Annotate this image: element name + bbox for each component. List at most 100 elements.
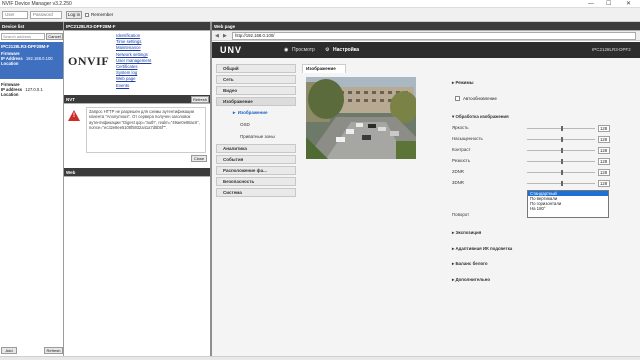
nav-events[interactable]: События	[216, 155, 296, 164]
password-input[interactable]: Password	[30, 11, 62, 19]
tab-image[interactable]: Изображение	[302, 64, 346, 73]
slider-value[interactable]: 128	[598, 125, 610, 132]
nav-system[interactable]: Система	[216, 188, 296, 197]
device-links: Identification Time settings Maintenance…	[116, 33, 176, 89]
device-list-panel: Device list Search address Cancel IPC212…	[0, 22, 64, 358]
url-input[interactable]: http://192.168.0.100/	[232, 32, 636, 40]
subnav-image-label: Изображение	[237, 110, 268, 115]
section-wb[interactable]: ▸ Баланс белого	[452, 261, 488, 267]
nvt-refresh-button[interactable]: Refresh	[191, 96, 209, 103]
row-key: Location	[1, 61, 19, 66]
nvt-header: NVT	[64, 95, 210, 104]
section-wb-label: Баланс белого	[455, 261, 488, 266]
device-list-header: Device list	[0, 22, 63, 31]
minimize-icon[interactable]: —	[588, 0, 594, 8]
section-modes-label: Режимы	[455, 80, 474, 85]
section-ir-label: Адаптивная ИК подсветка	[455, 246, 513, 251]
row-key: Location	[1, 92, 19, 97]
camera-preview	[306, 77, 416, 159]
warning-mark: !	[73, 113, 75, 119]
status-bar	[0, 356, 640, 360]
section-processing-label: Обработка изображения	[455, 114, 509, 119]
slider-value[interactable]: 128	[598, 136, 610, 143]
autorefresh-checkbox[interactable]	[455, 96, 460, 101]
section-extra[interactable]: ▸ Дополнительно	[452, 277, 490, 283]
slider-label: Насыщенность	[452, 136, 483, 141]
slider-label: Контраст	[452, 147, 471, 152]
row-value: 127.0.0.1	[25, 87, 43, 92]
nav-video[interactable]: Видео	[216, 86, 296, 95]
device-info-panel: IPC2128LR3-DPF28M-F ONVIF Identification…	[64, 22, 212, 358]
brand-logo: UNV	[220, 45, 243, 55]
search-input[interactable]: Search address	[1, 33, 45, 40]
nav-security[interactable]: Безопасность	[216, 177, 296, 186]
nav-image[interactable]: Изображение	[216, 97, 296, 106]
section-exposure[interactable]: ▸ Экспозиция	[452, 230, 481, 236]
slider-thumb[interactable]	[561, 137, 563, 142]
section-modes[interactable]: ▸ Режимы	[452, 80, 473, 86]
nav-general[interactable]: Общий	[216, 64, 296, 73]
nav-network[interactable]: Сеть	[216, 75, 296, 84]
nav-file-location[interactable]: Расположение фа...	[216, 166, 296, 175]
device-model: IPC2128LR3-DPF2	[592, 47, 631, 52]
section-extra-label: Дополнительно	[455, 277, 491, 282]
option-180[interactable]: На 180°	[528, 206, 608, 211]
login-bar: User Password Log in Remember	[0, 8, 640, 22]
subnav-image[interactable]: ► Изображение	[232, 110, 267, 115]
slider-thumb[interactable]	[561, 170, 563, 175]
device-header: IPC2128LR3-DPF28M-F	[64, 22, 210, 31]
user-input[interactable]: User	[2, 11, 28, 19]
back-icon[interactable]: ◀	[215, 33, 219, 39]
onvif-logo: ONVIF	[68, 54, 110, 68]
nvt-title: NVT	[66, 97, 75, 102]
autorefresh-label: Автообновление	[463, 96, 497, 101]
row-value: 192.168.0.100	[25, 56, 53, 61]
unv-topbar: UNV ◉ Просмотр ⚙ Настройка IPC2128LR3-DP…	[212, 42, 640, 58]
link-events[interactable]: Events	[116, 83, 176, 89]
gear-icon: ⚙	[325, 47, 330, 53]
web-page-panel: Web page ◀ ▶ http://192.168.0.100/ UNV ◉…	[212, 22, 640, 358]
web-section-header: Web	[64, 168, 210, 177]
section-ir[interactable]: ▸ Адаптивная ИК подсветка	[452, 246, 512, 252]
eye-icon: ◉	[284, 47, 289, 53]
subnav-privacy[interactable]: Приватные зоны	[240, 134, 275, 139]
rotation-label: Поворот	[452, 212, 470, 217]
slider-thumb[interactable]	[561, 148, 563, 153]
window-title: NVIF Device Manager v3.2.250	[2, 1, 72, 7]
slider-value[interactable]: 128	[598, 180, 610, 187]
web-page-header: Web page	[212, 22, 640, 31]
local-device[interactable]: Firmware IP address 127.0.0.1 Location	[1, 82, 63, 102]
subnav-osd[interactable]: OSD	[240, 122, 250, 127]
slider-label: Яркость	[452, 125, 469, 130]
slider-value[interactable]: 128	[598, 147, 610, 154]
slider-label: 3DNR	[452, 180, 464, 185]
section-processing[interactable]: ▾ Обработка изображения	[452, 114, 509, 120]
slider-thumb[interactable]	[561, 159, 563, 164]
refresh-button[interactable]: Refresh	[44, 347, 63, 354]
maximize-icon[interactable]: ☐	[606, 0, 611, 8]
camera-frame-image	[306, 77, 416, 159]
remember-checkbox[interactable]	[85, 13, 89, 17]
cancel-button[interactable]: Cancel	[46, 33, 63, 40]
login-button[interactable]: Log in	[66, 11, 82, 19]
close-button[interactable]: Close	[191, 155, 207, 162]
slider-thumb[interactable]	[561, 181, 563, 186]
device-name: IPC2128LR3-DPF28M-F	[1, 44, 50, 49]
tab-settings[interactable]: Настройка	[333, 47, 359, 53]
slider-label: Резкость	[452, 158, 470, 163]
slider-label: 2DNR	[452, 169, 464, 174]
add-button[interactable]: Add	[1, 347, 17, 354]
error-message: Запрос HTTP не разрешен для схемы аутент…	[86, 107, 206, 153]
forward-icon[interactable]: ▶	[223, 33, 227, 39]
slider-value[interactable]: 128	[598, 158, 610, 165]
slider-value[interactable]: 128	[598, 169, 610, 176]
close-icon[interactable]: ✕	[626, 0, 631, 8]
slider-thumb[interactable]	[561, 126, 563, 131]
selected-device[interactable]: IPC2128LR3-DPF28M-F Firmware IP Address …	[0, 42, 63, 79]
nav-analytics[interactable]: Аналитика	[216, 144, 296, 153]
section-exposure-label: Экспозиция	[455, 230, 482, 235]
rotation-dropdown[interactable]: Стандартный По вертикали По горизонтали …	[527, 190, 609, 218]
title-bar: NVIF Device Manager v3.2.250 — ☐ ✕	[0, 0, 640, 8]
tab-view[interactable]: Просмотр	[292, 47, 315, 53]
remember-label: Remember	[91, 12, 114, 17]
